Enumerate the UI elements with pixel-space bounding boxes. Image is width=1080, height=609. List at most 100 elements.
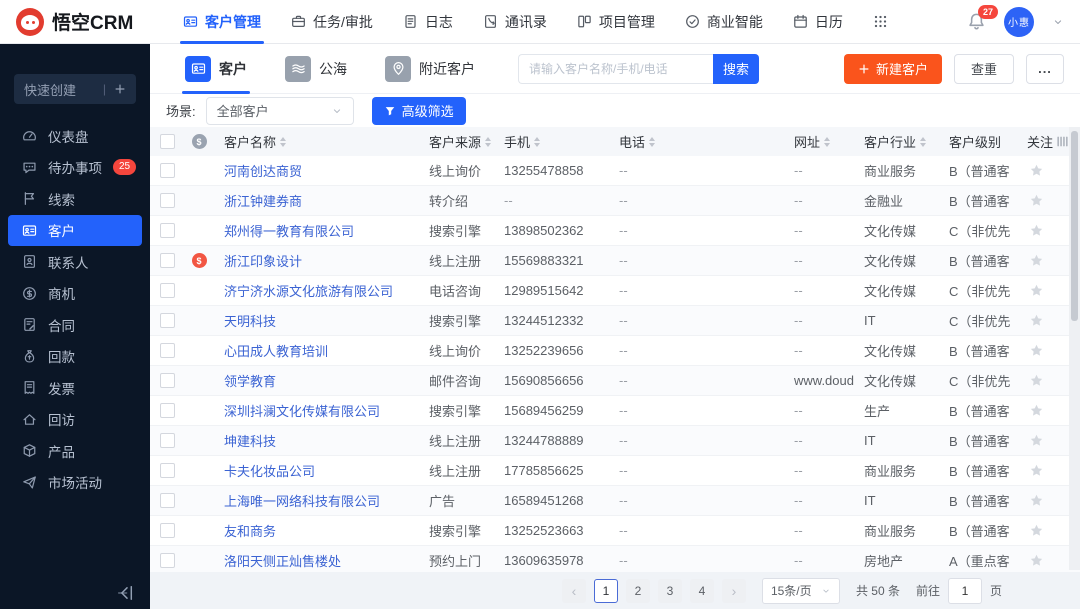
row-checkbox[interactable] (159, 433, 175, 448)
customer-name-link[interactable]: 郑州得一教育有限公司 (224, 221, 419, 240)
vertical-scrollbar[interactable] (1069, 127, 1080, 570)
column-header-2[interactable]: 手机 (494, 132, 609, 151)
row-checkbox[interactable] (159, 253, 175, 268)
star-icon[interactable] (1029, 223, 1044, 238)
next-page-button[interactable]: › (721, 578, 746, 603)
star-icon[interactable] (1029, 343, 1044, 358)
sidebar-item-leads[interactable]: 线索 (8, 183, 142, 215)
plus-icon[interactable] (114, 83, 126, 95)
customer-name-link[interactable]: 浙江钟建券商 (224, 191, 419, 210)
row-checkbox[interactable] (159, 193, 175, 208)
column-header-0[interactable]: 客户名称 (214, 132, 419, 151)
page-button-4[interactable]: 4 (689, 578, 714, 603)
customer-name-link[interactable]: 浙江印象设计 (224, 251, 419, 270)
search-button[interactable]: 搜索 (713, 53, 759, 84)
vscroll-thumb[interactable] (1071, 131, 1078, 321)
row-checkbox[interactable] (159, 373, 175, 388)
tab-nearby-customer[interactable]: 附近客户 (366, 44, 494, 94)
star-icon[interactable] (1029, 463, 1044, 478)
sidebar-item-campaign[interactable]: 市场活动 (8, 467, 142, 499)
sidebar-item-invoice[interactable]: 发票 (8, 372, 142, 404)
search-input[interactable] (518, 53, 713, 84)
prev-page-button[interactable]: ‹ (561, 578, 586, 603)
row-checkbox[interactable] (159, 313, 175, 328)
sort-icon[interactable] (824, 136, 831, 147)
more-actions-button[interactable]: ... (1026, 53, 1064, 84)
row-checkbox[interactable] (159, 283, 175, 298)
select-all-checkbox[interactable] (159, 134, 175, 149)
row-checkbox[interactable] (159, 343, 175, 358)
customer-name-link[interactable]: 洛阳天侧正灿售楼处 (224, 551, 419, 570)
sidebar-item-visit[interactable]: 回访 (8, 404, 142, 436)
sidebar-item-customer[interactable]: 客户 (8, 214, 142, 246)
row-checkbox[interactable] (159, 463, 175, 478)
new-customer-button[interactable]: 新建客户 (843, 53, 942, 84)
sidebar-item-contract[interactable]: 合同 (8, 309, 142, 341)
user-menu-caret-icon[interactable] (1052, 16, 1064, 28)
star-icon[interactable] (1029, 523, 1044, 538)
page-button-1[interactable]: 1 (593, 578, 618, 603)
sidebar-item-opportunity[interactable]: 商机 (8, 278, 142, 310)
row-checkbox[interactable] (159, 163, 175, 178)
page-button-3[interactable]: 3 (657, 578, 682, 603)
sidebar-item-todo[interactable]: 待办事项 25 (8, 152, 142, 184)
customer-name-link[interactable]: 领学教育 (224, 371, 419, 390)
customer-name-link[interactable]: 深圳抖澜文化传媒有限公司 (224, 401, 419, 420)
sidebar-collapse-button[interactable] (116, 584, 134, 602)
row-checkbox[interactable] (159, 403, 175, 418)
row-checkbox[interactable] (159, 223, 175, 238)
avatar[interactable]: 小惠 (1004, 6, 1034, 37)
customer-name-link[interactable]: 坤建科技 (224, 431, 419, 450)
nav-item-business-intelligence[interactable]: 商业智能 (670, 0, 778, 44)
star-icon[interactable] (1029, 433, 1044, 448)
tab-public-sea[interactable]: 公海 (266, 44, 366, 94)
customer-name-link[interactable]: 上海唯一网络科技有限公司 (224, 491, 419, 510)
customer-name-link[interactable]: 河南创达商贸 (224, 161, 419, 180)
customer-name-link[interactable]: 友和商务 (224, 521, 419, 540)
apps-grid-button[interactable] (858, 0, 903, 44)
customer-name-link[interactable]: 济宁济水源文化旅游有限公司 (224, 281, 419, 300)
column-header-5[interactable]: 客户行业 (854, 132, 939, 151)
sort-icon[interactable] (485, 136, 492, 147)
nav-item-calendar[interactable]: 日历 (778, 0, 858, 44)
column-header-3[interactable]: 电话 (609, 132, 784, 151)
nav-item-project-mgmt[interactable]: 项目管理 (562, 0, 670, 44)
nav-item-customer-mgmt[interactable]: 客户管理 (168, 0, 276, 44)
row-checkbox[interactable] (159, 553, 175, 568)
sidebar-item-dashboard[interactable]: 仪表盘 (8, 120, 142, 152)
star-icon[interactable] (1029, 163, 1044, 178)
column-header-4[interactable]: 网址 (784, 132, 854, 151)
notifications-button[interactable]: 27 (967, 5, 999, 31)
customer-name-link[interactable]: 心田成人教育培训 (224, 341, 419, 360)
sidebar-item-receivables[interactable]: 回款 (8, 341, 142, 373)
star-icon[interactable] (1029, 403, 1044, 418)
sidebar-item-contacts[interactable]: 联系人 (8, 246, 142, 278)
star-icon[interactable] (1029, 283, 1044, 298)
star-icon[interactable] (1029, 493, 1044, 508)
sidebar-item-product[interactable]: 产品 (8, 435, 142, 467)
nav-item-log[interactable]: 日志 (388, 0, 468, 44)
customer-name-link[interactable]: 天明科技 (224, 311, 419, 330)
scene-select[interactable]: 全部客户 (205, 96, 354, 125)
nav-item-address-book[interactable]: 通讯录 (468, 0, 562, 44)
sort-icon[interactable] (280, 136, 287, 147)
page-button-2[interactable]: 2 (625, 578, 650, 603)
star-icon[interactable] (1029, 193, 1044, 208)
row-checkbox[interactable] (159, 493, 175, 508)
sort-icon[interactable] (920, 136, 927, 147)
star-icon[interactable] (1029, 553, 1044, 568)
sort-icon[interactable] (649, 136, 656, 147)
column-settings-icon[interactable] (1056, 135, 1069, 148)
star-icon[interactable] (1029, 373, 1044, 388)
customer-name-link[interactable]: 卡夫化妆品公司 (224, 461, 419, 480)
star-icon[interactable] (1029, 253, 1044, 268)
star-icon[interactable] (1029, 313, 1044, 328)
page-size-select[interactable]: 15条/页 (761, 577, 840, 604)
quick-create-button[interactable]: 快速创建 | (14, 74, 136, 104)
sort-icon[interactable] (534, 136, 541, 147)
column-header-1[interactable]: 客户来源 (419, 132, 494, 151)
row-checkbox[interactable] (159, 523, 175, 538)
advanced-filter-button[interactable]: 高级筛选 (371, 96, 466, 125)
dedupe-button[interactable]: 查重 (953, 53, 1014, 84)
nav-item-task-approval[interactable]: 任务/审批 (276, 0, 388, 44)
